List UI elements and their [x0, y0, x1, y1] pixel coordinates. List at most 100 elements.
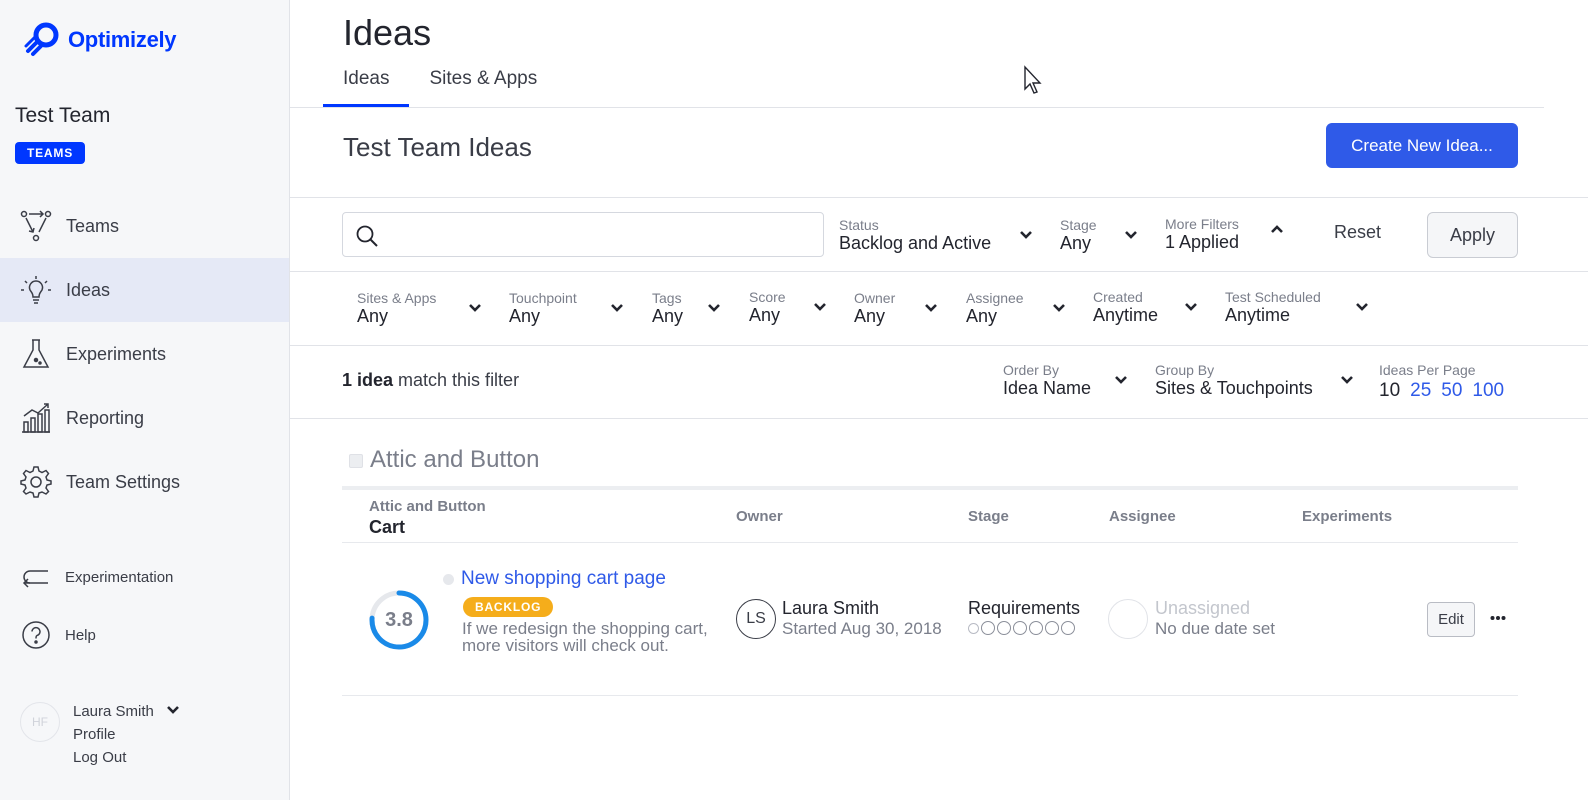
- per-page-option-100[interactable]: 100: [1472, 380, 1504, 402]
- create-new-idea-button[interactable]: Create New Idea...: [1326, 123, 1518, 168]
- sidebar-item-label: Reporting: [66, 407, 145, 428]
- more-filters-toggle[interactable]: More Filters 1 Applied: [1165, 216, 1239, 252]
- score-filter[interactable]: Score Any: [749, 289, 786, 325]
- stage-step: [1013, 621, 1027, 635]
- created-filter[interactable]: Created Anytime: [1093, 289, 1158, 325]
- divider: [290, 271, 1588, 272]
- result-count: 1 idea match this filter: [342, 370, 519, 391]
- reset-button[interactable]: Reset: [1334, 222, 1381, 243]
- filter-label: Status: [839, 217, 879, 233]
- flask-icon: [18, 336, 54, 372]
- edit-button[interactable]: Edit: [1427, 602, 1475, 637]
- stage-step-check-icon: [968, 622, 979, 634]
- filter-label: Owner: [854, 290, 896, 306]
- sidebar-secondary-nav: Experimentation Help: [0, 548, 289, 664]
- filter-value: Any: [854, 306, 886, 326]
- sidebar-item-label: Experiments: [66, 343, 167, 364]
- filter-value: Backlog and Active: [839, 233, 992, 253]
- chevron-down-icon[interactable]: [1124, 228, 1138, 242]
- column-header-assignee: Assignee: [1109, 508, 1176, 525]
- sites-apps-filter[interactable]: Sites & Apps Any: [357, 290, 436, 326]
- owner-filter[interactable]: Owner Any: [854, 290, 895, 326]
- due-date: No due date set: [1155, 619, 1276, 638]
- teams-badge: TEAMS: [15, 142, 85, 164]
- tab-sites-apps[interactable]: Sites & Apps: [409, 60, 557, 106]
- search-input[interactable]: [342, 212, 824, 257]
- sidebar-item-ideas[interactable]: Ideas: [0, 258, 289, 322]
- sidebar-item-reporting[interactable]: Reporting: [0, 386, 289, 450]
- user-name[interactable]: Laura Smith: [73, 703, 154, 720]
- assignee-name: Unassigned: [1155, 598, 1251, 618]
- test-scheduled-filter[interactable]: Test Scheduled Anytime: [1225, 289, 1321, 325]
- per-page-option-10[interactable]: 10: [1379, 380, 1400, 402]
- sidebar-nav: Teams Ideas Experiments Reporting Team S…: [0, 194, 289, 514]
- chevron-up-icon[interactable]: [1270, 222, 1284, 236]
- more-options-icon[interactable]: [1488, 606, 1508, 630]
- filter-label: Group By: [1155, 362, 1215, 378]
- sidebar-item-teams[interactable]: Teams: [0, 194, 289, 258]
- assignee-avatar[interactable]: [1108, 599, 1148, 639]
- chevron-down-icon[interactable]: [707, 301, 721, 315]
- chevron-down-icon[interactable]: [1184, 300, 1198, 314]
- logout-link[interactable]: Log Out: [73, 749, 126, 766]
- teams-icon: [18, 208, 54, 244]
- chart-icon: [18, 400, 54, 436]
- filter-label: Created: [1093, 289, 1143, 305]
- ideas-per-page: Ideas Per Page 10 25 50 100: [1379, 362, 1504, 402]
- assignee-filter[interactable]: Assignee Any: [966, 290, 1024, 326]
- search-icon: [356, 225, 378, 247]
- chevron-down-icon[interactable]: [610, 301, 624, 315]
- filter-value: Any: [357, 306, 389, 326]
- sidebar-item-team-settings[interactable]: Team Settings: [0, 450, 289, 514]
- touchpoint-filter[interactable]: Touchpoint Any: [509, 290, 577, 326]
- tab-ideas[interactable]: Ideas: [323, 60, 410, 108]
- order-by-select[interactable]: Order By Idea Name: [1003, 362, 1091, 398]
- sidebar-item-experimentation[interactable]: Experimentation: [0, 548, 289, 606]
- profile-link[interactable]: Profile: [73, 726, 116, 743]
- group-title: Attic and Button: [370, 446, 540, 473]
- chevron-down-icon[interactable]: [1355, 300, 1369, 314]
- tags-filter[interactable]: Tags Any: [652, 290, 683, 326]
- chevron-down-icon[interactable]: [813, 300, 827, 314]
- stage-filter[interactable]: Stage Any: [1060, 217, 1097, 253]
- status-filter[interactable]: Status Backlog and Active: [839, 217, 991, 253]
- section-title: Test Team Ideas: [343, 132, 532, 162]
- filter-label: Score: [749, 289, 786, 305]
- brand-name: Optimizely: [68, 27, 177, 52]
- stage-step: [1045, 621, 1059, 635]
- help-icon: [20, 619, 52, 651]
- stage-step: [1061, 621, 1075, 635]
- filter-value: Any: [966, 306, 998, 326]
- chevron-down-icon[interactable]: [468, 301, 482, 315]
- stage-step: [997, 621, 1011, 635]
- chevron-down-icon[interactable]: [1019, 228, 1033, 242]
- owner-avatar: LS: [736, 599, 776, 639]
- per-page-option-25[interactable]: 25: [1410, 380, 1431, 402]
- chevron-down-icon[interactable]: [924, 301, 938, 315]
- sidebar-item-experiments[interactable]: Experiments: [0, 322, 289, 386]
- optimizely-logo[interactable]: Optimizely: [22, 20, 177, 60]
- sidebar-item-help[interactable]: Help: [0, 606, 289, 664]
- idea-title-link[interactable]: New shopping cart page: [461, 568, 666, 590]
- owner-started-date: Started Aug 30, 2018: [782, 619, 942, 638]
- chevron-down-icon[interactable]: [1114, 373, 1128, 387]
- group-checkbox[interactable]: [349, 454, 363, 468]
- chevron-down-icon[interactable]: [1052, 301, 1066, 315]
- apply-button[interactable]: Apply: [1427, 212, 1518, 258]
- per-page-option-50[interactable]: 50: [1441, 380, 1462, 402]
- score-value: 3.8: [385, 608, 413, 631]
- sidebar-item-label: Ideas: [66, 279, 111, 300]
- filter-value: 1 Applied: [1165, 232, 1240, 252]
- status-dot: [443, 574, 454, 585]
- divider: [290, 197, 1588, 198]
- column-header-experiments: Experiments: [1302, 508, 1393, 525]
- divider: [290, 418, 1588, 419]
- lightbulb-icon: [18, 272, 54, 308]
- chevron-down-icon[interactable]: [1340, 373, 1354, 387]
- rocket-logo-icon: [24, 22, 59, 56]
- stage-step: [1029, 621, 1043, 635]
- chevron-down-icon[interactable]: [166, 703, 180, 717]
- group-by-select[interactable]: Group By Sites & Touchpoints: [1155, 362, 1313, 398]
- result-count-value: 1 idea: [342, 370, 394, 390]
- filter-label: Ideas Per Page: [1379, 362, 1476, 378]
